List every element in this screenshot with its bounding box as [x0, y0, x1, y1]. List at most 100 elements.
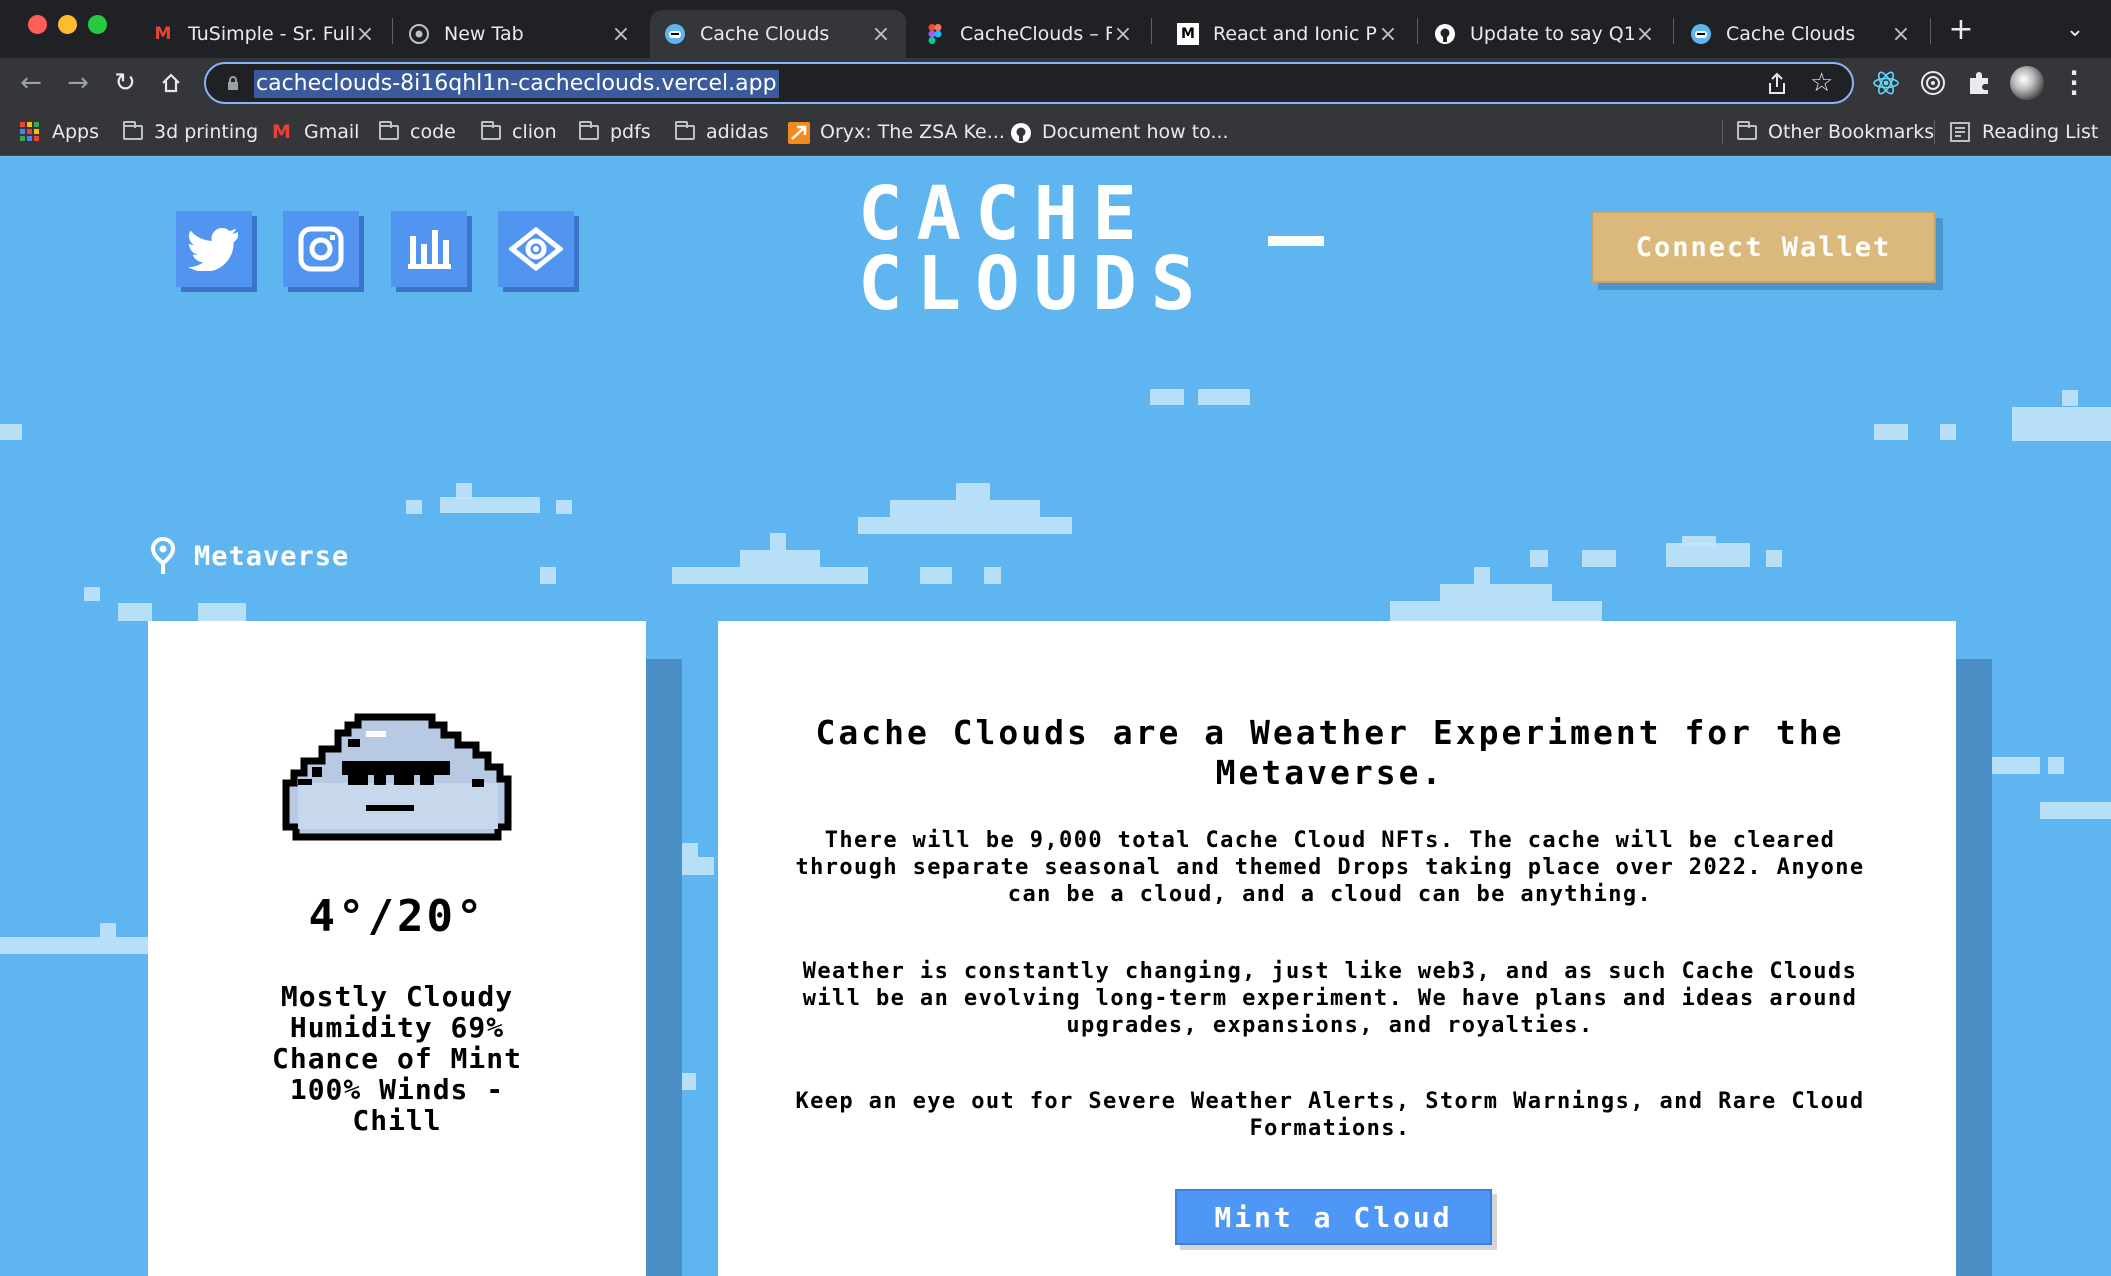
logo-line-1: CACHE: [858, 171, 1151, 257]
home-icon[interactable]: [154, 66, 188, 100]
bookmark-folder[interactable]: pdfs: [578, 118, 651, 146]
new-tab-button[interactable]: +: [1944, 12, 1978, 47]
address-bar[interactable]: cacheclouds-8i16qhl1n-cacheclouds.vercel…: [204, 62, 1854, 104]
extensions-puzzle-icon[interactable]: [1966, 70, 1992, 100]
site-logo[interactable]: CACHE CLOUDS: [858, 171, 1209, 321]
instagram-button[interactable]: [283, 211, 359, 287]
bookmarks-bar: Apps 3d printing M Gmail code clion pdfs…: [0, 108, 2111, 156]
react-devtools-icon[interactable]: [1872, 69, 1900, 101]
cloud-character-icon: [282, 713, 512, 841]
weather-winds: 100% Winds -: [289, 1073, 505, 1106]
bookmark-apps[interactable]: Apps: [20, 118, 99, 146]
chrome-icon: [408, 23, 430, 45]
bookmark-github[interactable]: Document how to...: [1010, 118, 1229, 146]
extension-target-icon[interactable]: [1920, 70, 1946, 100]
close-tab-icon[interactable]: ×: [1112, 22, 1134, 47]
location-text: Metaverse: [194, 540, 350, 572]
folder-icon: [674, 121, 696, 142]
bookmark-label: Oryx: The ZSA Ke...: [820, 121, 1005, 143]
folder-icon: [378, 121, 400, 142]
back-arrow-icon[interactable]: ←: [14, 66, 48, 100]
tab-title: New Tab: [444, 23, 524, 45]
logo-underscore: [1268, 236, 1324, 246]
tab-search-chevron-icon[interactable]: ⌄: [2060, 14, 2090, 44]
mint-cloud-button[interactable]: Mint a Cloud: [1175, 1189, 1492, 1245]
info-headline: Cache Clouds are a Weather Experiment fo…: [815, 713, 1845, 792]
bookmark-label: Document how to...: [1042, 121, 1229, 143]
bookmark-oryx[interactable]: Oryx: The ZSA Ke...: [788, 118, 1005, 146]
browser-tab[interactable]: CacheClouds – Figma ×: [910, 10, 1148, 58]
weather-winds-value: Chill: [352, 1104, 442, 1137]
browser-menu-icon[interactable]: · · ·: [2064, 61, 2084, 105]
twitter-button[interactable]: [176, 211, 252, 287]
info-paragraph-1: There will be 9,000 total Cache Cloud NF…: [795, 828, 1865, 907]
profile-avatar[interactable]: [2010, 66, 2044, 100]
reading-list-icon: [1950, 122, 1972, 142]
twitter-icon: [188, 228, 238, 271]
close-tab-icon[interactable]: ×: [1377, 22, 1399, 47]
gmail-icon: M: [272, 121, 291, 143]
github-icon: [1010, 122, 1032, 143]
bookmark-label: Gmail: [304, 121, 360, 143]
map-pin-icon: [150, 537, 176, 574]
other-bookmarks[interactable]: Other Bookmarks: [1736, 118, 1934, 146]
info-paragraph-2: Weather is constantly changing, just lik…: [802, 959, 1858, 1038]
bookmark-label: code: [410, 121, 456, 143]
bookmark-folder[interactable]: code: [378, 118, 456, 146]
browser-tab[interactable]: Cache Clouds ×: [1676, 10, 1926, 58]
opensea-view-button[interactable]: [498, 211, 574, 287]
connect-wallet-button[interactable]: Connect Wallet: [1591, 211, 1936, 283]
close-tab-icon[interactable]: ×: [610, 22, 632, 47]
reading-list[interactable]: Reading List: [1950, 118, 2098, 146]
stats-button[interactable]: [391, 211, 467, 287]
share-icon[interactable]: [1766, 72, 1788, 100]
reload-icon[interactable]: ↻: [108, 66, 142, 100]
weather-humidity: Humidity 69%: [289, 1011, 505, 1044]
close-tab-icon[interactable]: ×: [1634, 22, 1656, 47]
browser-tab-bar: M TuSimple - Sr. Full S × New Tab × Cach…: [0, 0, 2111, 58]
folder-icon: [480, 121, 502, 142]
bookmark-label: Other Bookmarks: [1768, 121, 1935, 143]
close-tab-icon[interactable]: ×: [354, 22, 376, 47]
bookmark-label: clion: [512, 121, 557, 143]
info-card-shadow: [1956, 659, 1992, 1276]
browser-tab[interactable]: M React and Ionic Pop ×: [1163, 10, 1413, 58]
figma-icon: [924, 23, 946, 45]
github-icon: [1434, 23, 1456, 45]
bookmark-star-icon[interactable]: ☆: [1810, 68, 1833, 98]
maximize-window-button[interactable]: [88, 15, 107, 34]
url-text[interactable]: cacheclouds-8i16qhl1n-cacheclouds.vercel…: [254, 70, 779, 98]
tab-title: CacheClouds – Figma: [960, 23, 1112, 45]
browser-tab[interactable]: M TuSimple - Sr. Full S ×: [138, 10, 390, 58]
minimize-window-button[interactable]: [58, 15, 77, 34]
bookmark-gmail[interactable]: M Gmail: [272, 118, 359, 146]
weather-details: Mostly Cloudy Humidity 69% Chance of Min…: [148, 981, 646, 1136]
browser-toolbar: ← → ↻ cacheclouds-8i16qhl1n-cacheclouds.…: [0, 58, 2111, 108]
weather-condition: Mostly Cloudy: [280, 980, 514, 1013]
bookmark-folder[interactable]: clion: [480, 118, 557, 146]
weather-chance: Chance of Mint: [271, 1042, 522, 1075]
close-tab-icon[interactable]: ×: [1890, 22, 1912, 47]
bookmark-label: adidas: [706, 121, 769, 143]
apps-grid-icon: [20, 122, 42, 142]
info-paragraph-3: Keep an eye out for Severe Weather Alert…: [795, 1089, 1865, 1141]
browser-tab-active[interactable]: Cache Clouds ×: [650, 10, 906, 58]
bookmark-label: pdfs: [610, 121, 651, 143]
bookmark-folder[interactable]: 3d printing: [122, 118, 258, 146]
cache-clouds-favicon: [664, 23, 686, 45]
chart-icon: [408, 230, 451, 269]
browser-tab[interactable]: New Tab ×: [394, 10, 646, 58]
tab-title: Update to say Q1 in: [1470, 23, 1634, 45]
tab-title: Cache Clouds: [700, 23, 830, 45]
close-tab-icon[interactable]: ×: [870, 22, 892, 47]
close-window-button[interactable]: [28, 15, 47, 34]
browser-tab[interactable]: Update to say Q1 in ×: [1420, 10, 1670, 58]
forward-arrow-icon[interactable]: →: [61, 66, 95, 100]
tab-title: TuSimple - Sr. Full S: [188, 23, 354, 45]
instagram-icon: [298, 226, 344, 272]
gmail-icon: M: [154, 24, 172, 44]
bookmark-folder[interactable]: adidas: [674, 118, 769, 146]
weather-card-shadow: [646, 659, 682, 1276]
webpage: CACHE CLOUDS Connect Wallet Metaverse 4°…: [0, 157, 2111, 1276]
weather-card: [148, 621, 646, 1276]
